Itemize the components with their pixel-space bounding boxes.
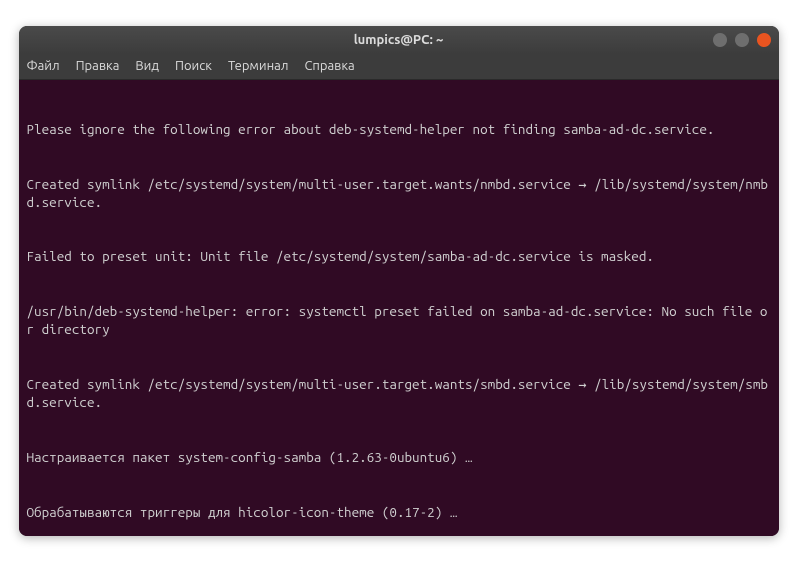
menu-terminal[interactable]: Терминал [228, 59, 288, 73]
terminal-window: lumpics@PC: ~ Файл Правка Вид Поиск Терм… [19, 26, 779, 536]
output-line: Failed to preset unit: Unit file /etc/sy… [27, 247, 771, 265]
output-line: Created symlink /etc/systemd/system/mult… [27, 375, 771, 411]
output-line: Обрабатываются триггеры для hicolor-icon… [27, 503, 771, 521]
window-controls [713, 33, 771, 47]
maximize-button[interactable] [735, 33, 749, 47]
output-line: Настраивается пакет system-config-samba … [27, 448, 771, 466]
menu-search[interactable]: Поиск [175, 59, 212, 73]
output-line: Please ignore the following error about … [27, 120, 771, 138]
close-button[interactable] [757, 33, 771, 47]
window-title: lumpics@PC: ~ [354, 33, 444, 47]
terminal-output[interactable]: Please ignore the following error about … [19, 80, 779, 536]
menu-file[interactable]: Файл [27, 59, 60, 73]
output-line: Created symlink /etc/systemd/system/mult… [27, 175, 771, 211]
minimize-button[interactable] [713, 33, 727, 47]
menu-edit[interactable]: Правка [76, 59, 120, 73]
output-line: /usr/bin/deb-systemd-helper: error: syst… [27, 302, 771, 338]
menubar: Файл Правка Вид Поиск Терминал Справка [19, 54, 779, 80]
menu-view[interactable]: Вид [135, 59, 159, 73]
menu-help[interactable]: Справка [304, 59, 354, 73]
titlebar: lumpics@PC: ~ [19, 26, 779, 54]
